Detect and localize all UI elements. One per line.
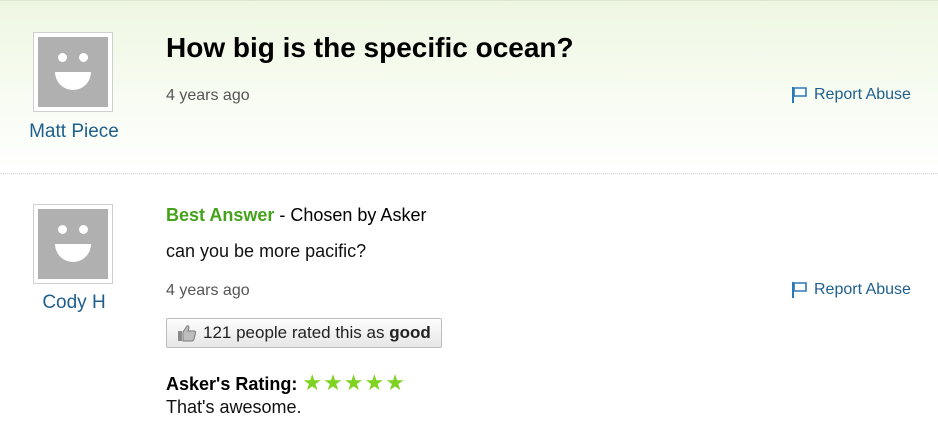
- thumbs-up-icon: [178, 325, 197, 342]
- rating-count-text: 121 people rated this as good: [203, 323, 431, 342]
- report-abuse-label: Report Abuse: [814, 281, 911, 298]
- best-answer-label: Best Answer: [166, 205, 275, 225]
- answer-body: can you be more pacific?: [166, 241, 367, 261]
- avatar-face-icon: [38, 37, 108, 107]
- answer-report-abuse-link[interactable]: Report Abuse: [790, 281, 911, 299]
- asker-avatar[interactable]: [33, 32, 113, 112]
- rate-good-button[interactable]: 121 people rated this as good: [166, 318, 442, 348]
- answerer-avatar[interactable]: [33, 204, 113, 284]
- section-divider: [0, 173, 938, 174]
- asker-name-link[interactable]: Matt Piece: [20, 121, 128, 143]
- report-abuse-label: Report Abuse: [814, 86, 911, 103]
- question-title: How big is the specific ocean?: [166, 32, 574, 63]
- best-answer-heading: Best Answer - Chosen by Asker: [166, 205, 426, 226]
- avatar-face-icon: [38, 209, 108, 279]
- asker-comment: That's awesome.: [166, 397, 302, 417]
- flag-icon: [792, 87, 807, 103]
- flag-icon: [792, 282, 807, 298]
- asker-rating-label: Asker's Rating:: [166, 374, 298, 394]
- question-report-abuse-link[interactable]: Report Abuse: [790, 86, 911, 104]
- asker-rating: Asker's Rating: ★★★★★: [166, 370, 406, 396]
- answer-timestamp: 4 years ago: [166, 282, 250, 299]
- chosen-by-text: - Chosen by Asker: [274, 205, 427, 225]
- star-rating-icons: ★★★★★: [302, 370, 406, 395]
- answerer-name-link[interactable]: Cody H: [20, 292, 128, 314]
- question-timestamp: 4 years ago: [166, 87, 250, 104]
